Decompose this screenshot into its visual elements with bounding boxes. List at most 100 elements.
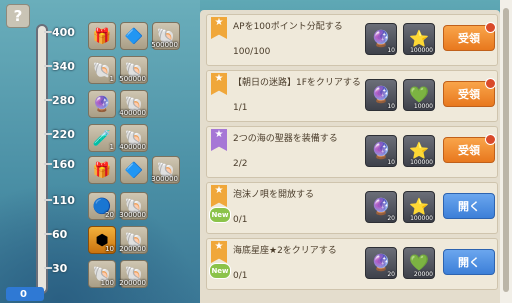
gauge-tick-label: 340 [52,60,75,73]
reward-quantity: 100000 [410,159,433,166]
reward-quantity: 200000 [119,245,146,253]
milestone-reward-item[interactable]: 🐚 100 [88,260,116,288]
silver-star-icon: ⭐ [409,29,429,48]
quest-progress: 100/100 [233,47,271,57]
quest-reward-item[interactable]: 💚 10000 [403,79,435,111]
gift-box-icon: 🎁 [92,160,112,179]
reward-quantity: 10 [105,245,114,253]
milestone-reward-item[interactable]: 🧪 1 [88,124,116,152]
milestone-reward-item[interactable]: 🔮 [88,90,116,118]
star-ribbon-icon: ★ [211,185,227,207]
milestone-reward-item[interactable]: 🔵 20 [88,192,116,220]
open-button[interactable]: 開く [443,193,495,219]
open-button[interactable]: 開く [443,249,495,275]
quest-reward-item[interactable]: 🔮 20 [365,247,397,279]
quest-reward-item[interactable]: 💚 20000 [403,247,435,279]
new-badge: New [209,263,231,279]
milestone-row: 🎁 🔷 🐚 500000 [88,22,180,50]
quest-list: ★ APを100ポイント分配する 100/100 🔮 10 ⭐ 100000 受領 ★ 【朝日の迷… [200,10,500,303]
reward-quantity: 10 [387,103,395,110]
milestone-reward-item[interactable]: 🔷 [120,156,148,184]
blue-gem-icon: 🔷 [124,26,144,45]
milestone-reward-item[interactable]: 🎁 [88,22,116,50]
milestone-reward-item[interactable]: 🎁 [88,156,116,184]
green-gem-icon: 💚 [409,253,429,272]
quest-progress: 1/1 [233,103,248,113]
gauge-tick-mark [44,199,52,201]
claim-button[interactable]: 受領 [443,78,496,107]
quest-card: ★ 2つの海の聖器を装備する 2/2 🔮 10 ⭐ 100000 受領 [206,126,498,178]
blue-gem-icon: 🔷 [124,160,144,179]
quest-reward-item[interactable]: 🔮 10 [365,79,397,111]
quest-progress: 2/2 [233,159,248,169]
star-ribbon-icon: ★ [211,241,227,263]
claim-button[interactable]: 受領 [443,134,496,163]
gauge-tick-label: 60 [52,228,68,241]
silver-star-icon: ⭐ [409,197,429,216]
reward-quantity: 1 [109,75,114,83]
gauge-tick-mark [44,267,52,269]
milestone-reward-item[interactable]: 🐚 400000 [119,124,148,152]
blue-orb-icon: 🔮 [371,253,391,272]
red-potion-icon: 🧪 [92,128,112,147]
star-ribbon-icon: ★ [211,17,227,39]
milestone-row: 🧪 1 🐚 400000 [88,124,148,152]
gauge-tick-label: 280 [52,94,75,107]
gauge-tick-mark [44,65,52,67]
milestone-reward-item[interactable]: 🐚 200000 [119,226,148,254]
quest-reward-item[interactable]: 🔮 10 [365,23,397,55]
milestone-reward-item[interactable]: 🐚 300000 [151,156,180,184]
gauge-tick-label: 30 [52,262,68,275]
blue-orb-icon: 🔮 [371,141,391,160]
gauge-tick-label: 400 [52,26,75,39]
gauge-tick-mark [44,163,52,165]
reward-quantity: 300000 [151,175,178,183]
reward-quantity: 1 [109,143,114,151]
milestone-row: 🔵 20 🐚 300000 [88,192,148,220]
star-ribbon-icon: ★ [211,129,227,151]
quest-reward-item[interactable]: ⭐ 100000 [403,135,435,167]
green-gem-icon: 💚 [409,85,429,104]
quest-progress: 0/1 [233,215,248,225]
claim-button[interactable]: 受領 [443,22,496,51]
reward-quantity: 100000 [410,215,433,222]
milestone-reward-item[interactable]: 🐚 300000 [119,192,148,220]
milestone-reward-item[interactable]: 🐚 500000 [119,56,148,84]
milestone-reward-item[interactable]: 🔷 [120,22,148,50]
colorful-orb-icon: 🔮 [92,94,112,113]
reward-quantity: 100 [100,279,114,287]
notification-dot [485,22,496,33]
gauge-tick-mark [44,133,52,135]
current-points: 0 [6,287,44,301]
help-button[interactable]: ? [6,4,30,28]
button-label: 受領 [458,144,480,157]
scrollbar[interactable] [503,8,509,292]
reward-quantity: 500000 [151,41,178,49]
gauge-tick-label: 220 [52,128,75,141]
milestone-row: 🔮 🐚 400000 [88,90,148,118]
gauge-tick-mark [44,31,52,33]
milestone-reward-item[interactable]: 🐚 200000 [119,260,148,288]
reward-quantity: 100000 [410,47,433,54]
reward-quantity: 500000 [119,75,146,83]
blue-orb-icon: 🔮 [371,85,391,104]
milestone-row: 🐚 100 🐚 200000 [88,260,148,288]
quest-reward-item[interactable]: ⭐ 100000 [403,23,435,55]
milestone-reward-item[interactable]: 🐚 1 [88,56,116,84]
button-label: 受領 [458,32,480,45]
milestone-reward-item[interactable]: 🐚 400000 [119,90,148,118]
quest-reward-item[interactable]: 🔮 10 [365,135,397,167]
reward-quantity: 20 [387,215,395,222]
reward-quantity: 10 [387,159,395,166]
quest-title: 2つの海の聖器を装備する [233,134,338,144]
blue-orb-icon: 🔮 [371,29,391,48]
gift-box-icon: 🎁 [92,26,112,45]
milestone-reward-item[interactable]: ⬢ 10 [88,226,116,254]
milestone-reward-item[interactable]: 🐚 500000 [151,22,180,50]
new-badge: New [209,207,231,223]
quest-reward-item[interactable]: ⭐ 100000 [403,191,435,223]
quest-reward-item[interactable]: 🔮 20 [365,191,397,223]
milestone-row: 🐚 1 🐚 500000 [88,56,148,84]
quest-progress: 0/1 [233,271,248,281]
milestone-row: ⬢ 10 🐚 200000 [88,226,148,254]
